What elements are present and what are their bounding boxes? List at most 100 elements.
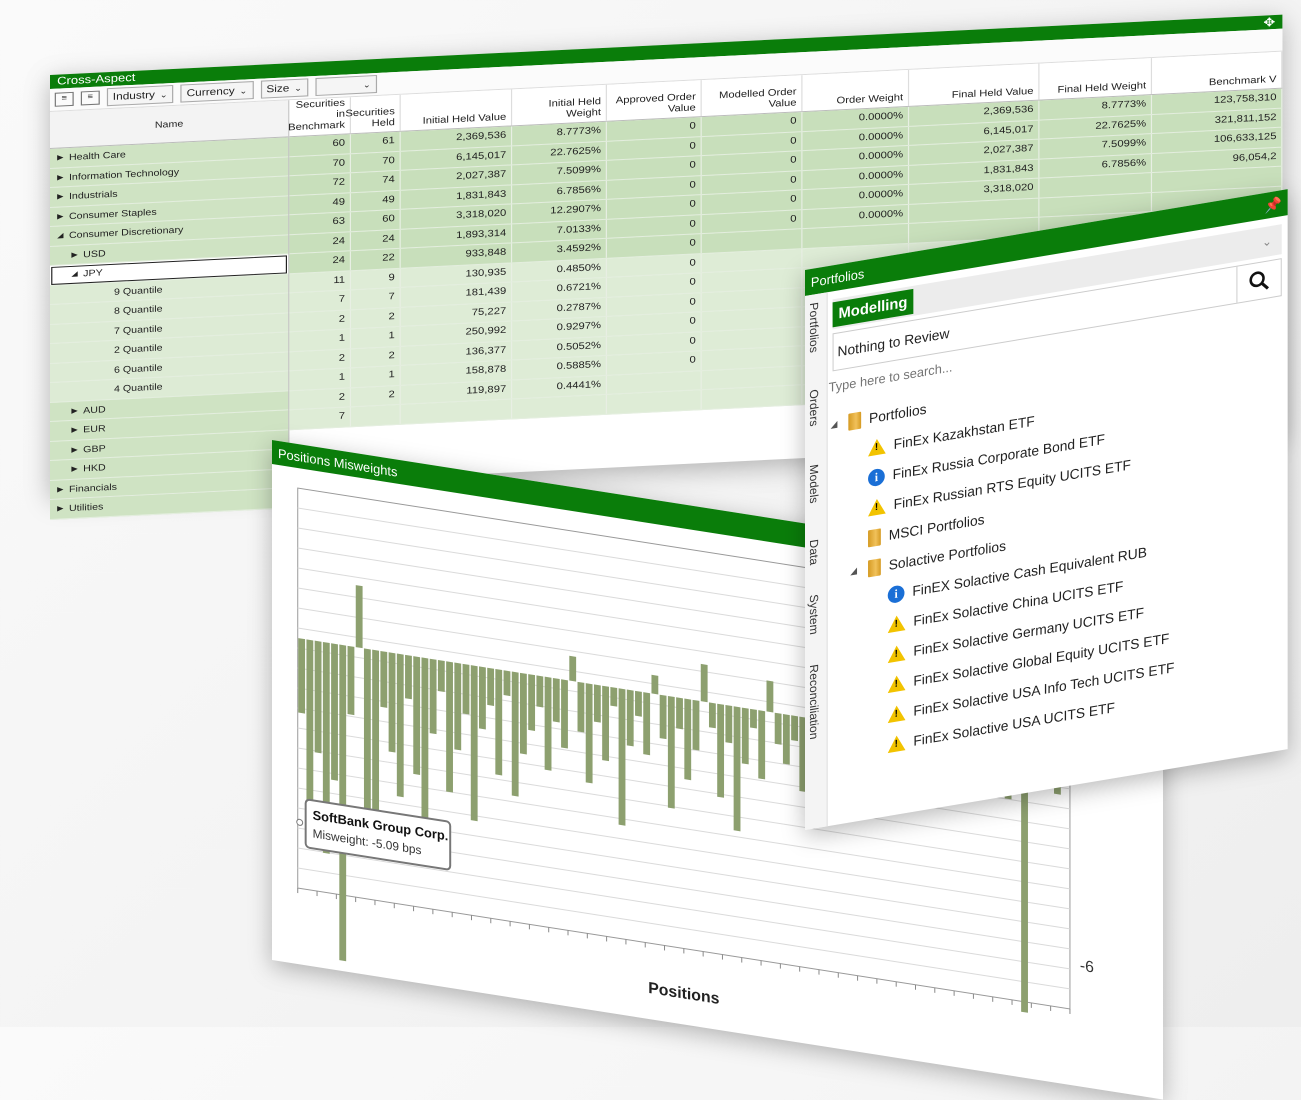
currency-dropdown[interactable]: Currency ⌄ bbox=[180, 81, 254, 103]
misweight-bar[interactable] bbox=[577, 681, 585, 733]
misweight-bar[interactable] bbox=[684, 698, 692, 781]
extra-dropdown[interactable]: ⌄ bbox=[315, 75, 377, 97]
misweight-bar[interactable] bbox=[667, 695, 675, 809]
tab-portfolios[interactable]: Portfolios bbox=[807, 301, 821, 353]
expand-arrow-icon[interactable]: ▶ bbox=[57, 504, 69, 513]
misweight-bar[interactable] bbox=[446, 661, 453, 793]
collapse-rows-icon[interactable]: ≡ bbox=[80, 90, 100, 106]
column-header[interactable]: Initial Held Weight bbox=[512, 84, 607, 126]
expand-rows-icon[interactable]: ≡ bbox=[54, 91, 74, 107]
misweight-bar[interactable] bbox=[511, 671, 519, 797]
expand-arrow-icon[interactable]: ◢ bbox=[57, 231, 69, 240]
column-header[interactable]: Order Weight bbox=[802, 69, 910, 112]
misweight-bar[interactable] bbox=[659, 694, 667, 740]
misweight-bar[interactable] bbox=[413, 656, 421, 775]
misweight-bar[interactable] bbox=[610, 686, 618, 707]
misweight-bar[interactable] bbox=[774, 712, 782, 745]
misweight-bar[interactable] bbox=[626, 689, 634, 747]
misweight-bar[interactable] bbox=[750, 708, 757, 729]
misweight-bar[interactable] bbox=[429, 658, 437, 735]
misweight-bar[interactable] bbox=[454, 662, 462, 751]
misweight-bar[interactable] bbox=[479, 666, 486, 730]
expand-arrow-icon[interactable]: ▶ bbox=[71, 426, 83, 434]
misweight-bar[interactable] bbox=[758, 710, 766, 780]
misweight-bar[interactable] bbox=[569, 655, 577, 682]
misweight-bar[interactable] bbox=[363, 648, 371, 811]
misweight-bar[interactable] bbox=[331, 643, 338, 781]
collapse-arrow-icon[interactable]: ◢ bbox=[831, 418, 841, 431]
column-header[interactable]: Modelled Order Value bbox=[701, 75, 803, 117]
column-header[interactable]: Benchmark V bbox=[1152, 51, 1283, 95]
misweight-bar[interactable] bbox=[552, 677, 560, 723]
tab-models[interactable]: Models bbox=[807, 463, 821, 504]
column-header[interactable]: Initial Held Value bbox=[400, 89, 513, 131]
misweight-bar[interactable] bbox=[388, 652, 396, 753]
tab-orders[interactable]: Orders bbox=[807, 388, 821, 427]
misweight-bar[interactable] bbox=[618, 688, 626, 826]
misweight-bar[interactable] bbox=[421, 657, 429, 833]
misweight-bar[interactable] bbox=[766, 680, 774, 713]
expand-icon[interactable]: ✥ bbox=[1263, 15, 1275, 30]
misweight-bar[interactable] bbox=[708, 702, 716, 729]
misweight-bar[interactable] bbox=[643, 692, 651, 756]
column-header[interactable]: Final Held Value bbox=[909, 63, 1040, 106]
misweight-bar[interactable] bbox=[791, 715, 798, 742]
misweight-bar[interactable] bbox=[593, 684, 601, 723]
tab-data[interactable]: Data bbox=[807, 538, 821, 566]
misweight-bar[interactable] bbox=[470, 665, 478, 822]
misweight-bar[interactable] bbox=[437, 659, 445, 693]
misweight-bar[interactable] bbox=[487, 667, 495, 706]
misweight-bar[interactable] bbox=[372, 649, 380, 837]
expand-arrow-icon[interactable]: ▶ bbox=[71, 465, 83, 473]
misweight-bar[interactable] bbox=[692, 699, 700, 751]
size-dropdown[interactable]: Size ⌄ bbox=[260, 78, 308, 99]
tab-reconciliation[interactable]: Reconciliation bbox=[807, 663, 821, 740]
expand-arrow-icon[interactable]: ▶ bbox=[71, 406, 83, 414]
expand-arrow-icon[interactable]: ▶ bbox=[71, 445, 83, 453]
misweight-bar[interactable] bbox=[519, 672, 527, 755]
misweight-bar[interactable] bbox=[396, 653, 404, 798]
misweight-bar[interactable] bbox=[782, 713, 790, 765]
column-header[interactable]: Final Held Weight bbox=[1039, 58, 1153, 100]
misweight-bar[interactable] bbox=[725, 704, 733, 744]
collapse-arrow-icon[interactable]: ◢ bbox=[850, 564, 860, 577]
misweight-bar[interactable] bbox=[536, 675, 544, 708]
misweight-bar[interactable] bbox=[495, 668, 503, 776]
pin-icon[interactable]: 📌 bbox=[1265, 195, 1282, 215]
misweight-bar[interactable] bbox=[676, 697, 683, 730]
misweight-bar[interactable] bbox=[347, 645, 355, 716]
misweight-bar[interactable] bbox=[339, 644, 347, 962]
misweight-bar[interactable] bbox=[651, 674, 659, 695]
misweight-bar[interactable] bbox=[585, 683, 593, 784]
tab-system[interactable]: System bbox=[807, 593, 821, 635]
misweight-bar[interactable] bbox=[561, 679, 568, 749]
misweight-bar[interactable] bbox=[528, 674, 536, 731]
misweight-bar[interactable] bbox=[405, 654, 412, 700]
industry-dropdown[interactable]: Industry ⌄ bbox=[106, 84, 174, 107]
misweight-bar[interactable] bbox=[306, 639, 314, 821]
expand-arrow-icon[interactable]: ◢ bbox=[71, 270, 83, 278]
column-header[interactable]: Securities Held bbox=[345, 94, 401, 134]
expand-arrow-icon[interactable]: ▶ bbox=[57, 192, 69, 201]
column-header[interactable]: Securities in Benchmark bbox=[288, 97, 351, 137]
column-header[interactable]: Approved Order Value bbox=[606, 80, 702, 121]
expand-arrow-icon[interactable]: ▶ bbox=[57, 485, 69, 493]
expand-arrow-icon[interactable]: ▶ bbox=[57, 212, 69, 220]
misweight-bar[interactable] bbox=[733, 706, 741, 832]
misweight-bar[interactable] bbox=[700, 663, 708, 703]
misweight-bar[interactable] bbox=[544, 676, 552, 771]
search-button[interactable] bbox=[1236, 259, 1281, 303]
misweight-bar[interactable] bbox=[717, 703, 725, 798]
misweight-bar[interactable] bbox=[298, 638, 306, 714]
misweight-bar[interactable] bbox=[635, 690, 642, 717]
expand-arrow-icon[interactable]: ▶ bbox=[57, 173, 69, 181]
misweight-bar[interactable] bbox=[503, 670, 511, 697]
misweight-bar[interactable] bbox=[602, 685, 609, 762]
expand-arrow-icon[interactable]: ▶ bbox=[71, 250, 83, 258]
misweight-bar[interactable] bbox=[314, 640, 322, 754]
misweight-bar[interactable] bbox=[741, 707, 749, 765]
expand-arrow-icon[interactable]: ▶ bbox=[57, 153, 69, 162]
misweight-bar[interactable] bbox=[462, 663, 470, 715]
misweight-bar[interactable] bbox=[380, 650, 388, 708]
misweight-bar[interactable] bbox=[355, 585, 363, 649]
